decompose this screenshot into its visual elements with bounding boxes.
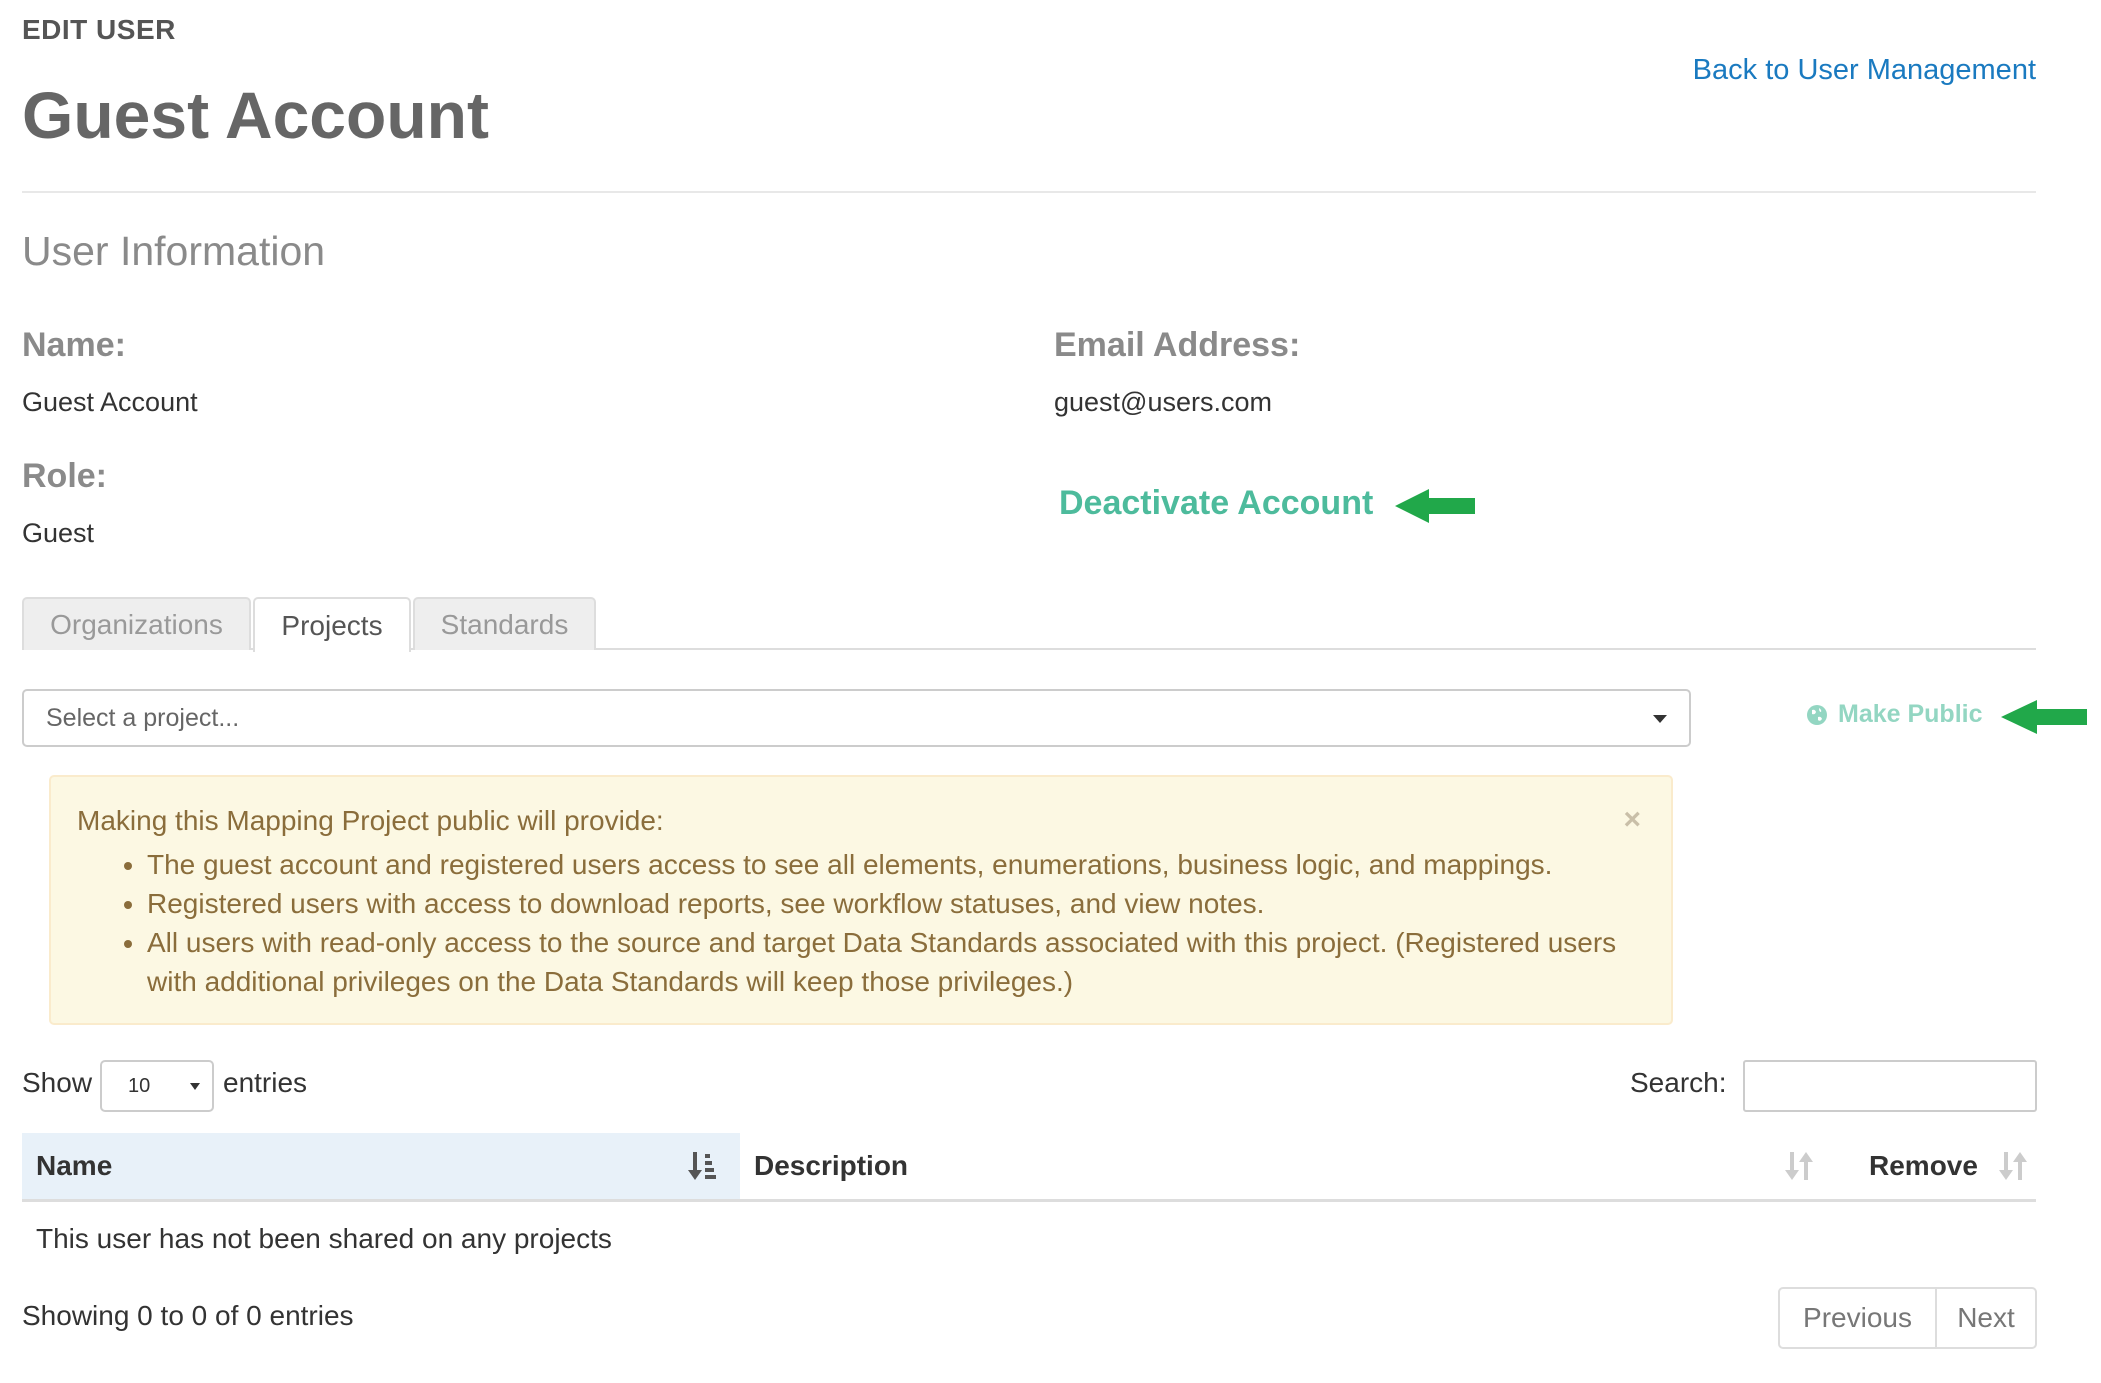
column-header-label: Description (754, 1150, 909, 1181)
alert-list-item: Registered users with access to download… (147, 884, 1645, 923)
tab-standards[interactable]: Standards (413, 597, 596, 650)
tab-label: Organizations (50, 608, 223, 640)
role-value: Guest (22, 518, 95, 548)
close-icon[interactable]: × (1623, 803, 1641, 837)
make-public-alert: × Making this Mapping Project public wil… (49, 775, 1673, 1025)
search-input[interactable] (1743, 1060, 2037, 1112)
table-info: Showing 0 to 0 of 0 entries (22, 1300, 354, 1331)
previous-page-button[interactable]: Previous (1780, 1289, 1937, 1347)
back-to-user-management-link[interactable]: Back to User Management (1693, 54, 2036, 87)
sort-icon (1999, 1152, 2027, 1180)
sort-ascending-icon (688, 1152, 716, 1180)
tab-organizations[interactable]: Organizations (22, 597, 251, 650)
annotation-arrow-icon (1395, 489, 1475, 523)
page-title: Guest Account (22, 78, 489, 152)
title-divider (22, 191, 2036, 193)
alert-list-item: The guest account and registered users a… (147, 845, 1645, 884)
make-public-label: Make Public (1838, 700, 1983, 728)
alert-list-item: All users with read-only access to the s… (147, 923, 1645, 1001)
column-header-label: Remove (1869, 1150, 1978, 1181)
entries-label: entries (223, 1067, 308, 1098)
table-header-divider (22, 1199, 2036, 1202)
sort-icon (1785, 1152, 1813, 1180)
chevron-down-icon (1653, 715, 1667, 723)
table-empty-message: This user has not been shared on any pro… (36, 1223, 612, 1254)
column-header-name[interactable]: Name (22, 1133, 740, 1199)
chevron-down-icon (190, 1083, 200, 1090)
alert-intro: Making this Mapping Project public will … (77, 805, 664, 836)
annotation-arrow-icon (2001, 700, 2087, 734)
search-label: Search: (1630, 1067, 1727, 1098)
name-label: Name: (22, 326, 126, 364)
project-select[interactable]: Select a project... (22, 689, 1691, 747)
next-page-button[interactable]: Next (1937, 1289, 2035, 1347)
tab-projects[interactable]: Projects (253, 597, 411, 652)
show-label: Show (22, 1067, 93, 1098)
pagination: Previous Next (1778, 1287, 2037, 1349)
column-header-label: Name (36, 1150, 113, 1181)
make-public-button[interactable]: Make Public (1806, 700, 1983, 729)
alert-list: The guest account and registered users a… (77, 845, 1645, 1001)
project-select-placeholder: Select a project... (46, 703, 240, 732)
column-header-remove[interactable]: Remove (1835, 1133, 2035, 1199)
tab-label: Projects (281, 609, 383, 641)
globe-icon (1807, 704, 1827, 725)
name-value: Guest Account (22, 387, 198, 417)
entries-length-select[interactable]: 10 (100, 1060, 214, 1112)
page-eyebrow: EDIT USER (22, 14, 176, 45)
section-heading: User Information (22, 228, 326, 274)
deactivate-account-link[interactable]: Deactivate Account (1059, 484, 1373, 523)
role-label: Role: (22, 457, 107, 495)
column-header-description[interactable]: Description (740, 1133, 1835, 1199)
email-label: Email Address: (1054, 326, 1301, 364)
tab-label: Standards (440, 608, 569, 640)
email-value: guest@users.com (1054, 387, 1272, 417)
entries-length-value: 10 (128, 1074, 151, 1097)
